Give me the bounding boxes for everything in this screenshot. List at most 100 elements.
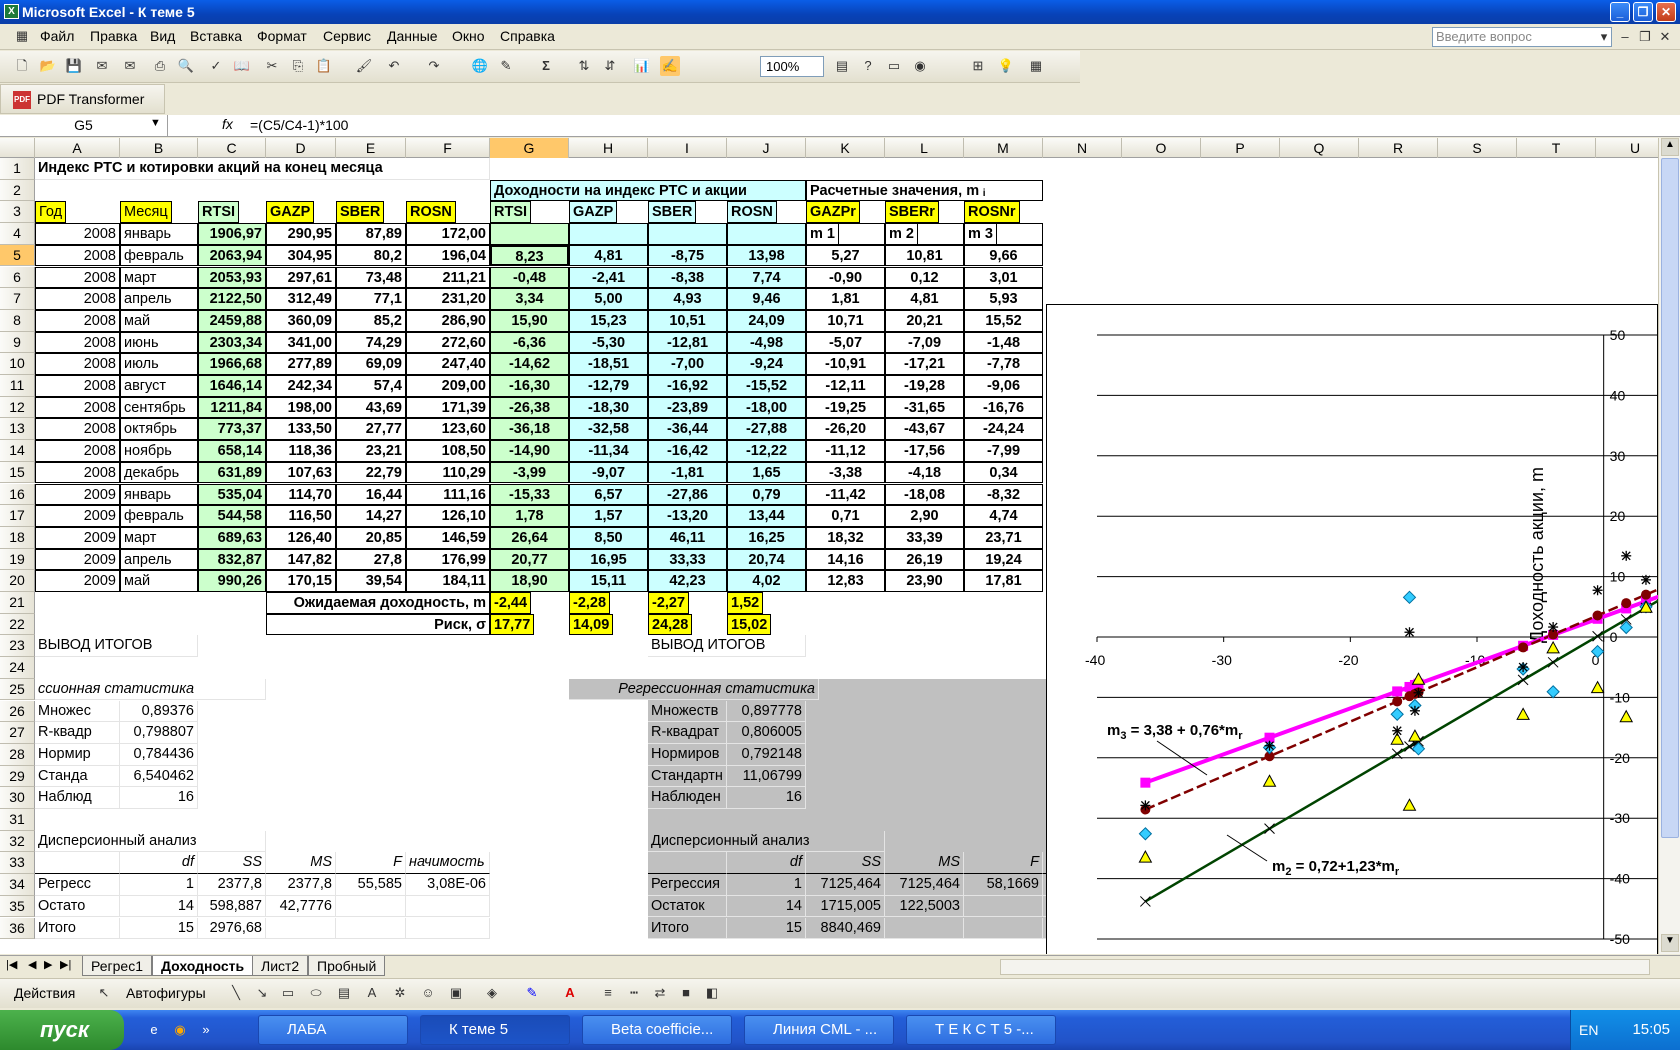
stat-label[interactable]: Наблюден: [648, 787, 727, 809]
data-cell[interactable]: 22,79: [336, 461, 406, 484]
data-cell[interactable]: 27,77: [336, 418, 406, 441]
data-cell[interactable]: -18,00: [727, 396, 806, 419]
column-header[interactable]: Q: [1280, 138, 1359, 158]
name-box[interactable]: G5: [0, 115, 168, 136]
data-cell[interactable]: 658,14: [198, 440, 266, 462]
row-header[interactable]: 31: [0, 809, 35, 831]
data-cell[interactable]: январь: [120, 223, 198, 245]
anova-cell[interactable]: Итого: [648, 917, 727, 940]
data-cell[interactable]: 17,81: [964, 570, 1043, 592]
row-header[interactable]: 32: [0, 830, 35, 853]
data-cell[interactable]: 20,21: [885, 309, 964, 332]
data-cell[interactable]: 2008: [35, 288, 120, 310]
cut-icon[interactable]: ✂: [262, 56, 282, 76]
permission-icon[interactable]: ✉: [92, 56, 112, 76]
anova-cell[interactable]: 58,1669: [964, 874, 1043, 896]
stat-value[interactable]: 16: [120, 787, 198, 809]
data-cell[interactable]: 123,60: [406, 418, 490, 441]
stat-value[interactable]: 0,798807: [120, 722, 198, 744]
data-cell[interactable]: 2303,34: [198, 331, 266, 354]
minimize-button[interactable]: _: [1610, 2, 1630, 22]
stat-label[interactable]: Станда: [35, 765, 120, 788]
data-cell[interactable]: -19,25: [806, 396, 885, 419]
data-cell[interactable]: 2053,93: [198, 266, 266, 289]
tab-list2[interactable]: Лист2: [252, 956, 309, 976]
menu-tools[interactable]: Сервис: [323, 28, 371, 44]
column-header[interactable]: E: [336, 138, 406, 158]
data-cell[interactable]: 2008: [35, 396, 120, 419]
vertical-scrollbar[interactable]: ▲ ▼: [1658, 138, 1680, 954]
line-color-icon[interactable]: ✎: [522, 983, 542, 1003]
data-cell[interactable]: -12,81: [648, 331, 727, 354]
dash-style-icon[interactable]: ┅: [624, 983, 644, 1003]
data-cell[interactable]: -7,99: [964, 440, 1043, 462]
data-cell[interactable]: 2008: [35, 331, 120, 354]
row-header[interactable]: 16: [0, 483, 35, 506]
data-cell[interactable]: 277,89: [266, 353, 336, 375]
data-cell[interactable]: 631,89: [198, 461, 266, 484]
task-tekst5[interactable]: Т Е К С Т 5 -...: [906, 1015, 1056, 1045]
data-cell[interactable]: 2008: [35, 461, 120, 484]
data-cell[interactable]: 5,27: [806, 244, 885, 267]
row-header[interactable]: 10: [0, 353, 35, 375]
task-beta[interactable]: Beta coefficie...: [582, 1015, 732, 1045]
row-header[interactable]: 14: [0, 440, 35, 462]
column-header[interactable]: R: [1359, 138, 1438, 158]
firefox-icon[interactable]: ◉: [170, 1020, 190, 1040]
column-header[interactable]: P: [1201, 138, 1280, 158]
select-all-corner[interactable]: [0, 138, 35, 158]
anova-header[interactable]: SS: [198, 852, 266, 875]
data-cell[interactable]: -27,86: [648, 483, 727, 506]
data-cell[interactable]: 2009: [35, 526, 120, 549]
stat-value[interactable]: 16: [727, 787, 806, 809]
data-cell[interactable]: 20,85: [336, 526, 406, 549]
data-cell[interactable]: 114,70: [266, 483, 336, 506]
data-cell[interactable]: 1,57: [569, 505, 648, 527]
data-cell[interactable]: 2009: [35, 548, 120, 571]
stat-value[interactable]: 0,89376: [120, 700, 198, 723]
data-cell[interactable]: 2008: [35, 266, 120, 289]
anova-cell[interactable]: Регрессия: [648, 874, 727, 896]
data-cell[interactable]: [490, 223, 569, 245]
data-cell[interactable]: 15,90: [490, 309, 569, 332]
open-icon[interactable]: 📂: [38, 56, 58, 76]
data-cell[interactable]: 14,27: [336, 505, 406, 527]
cell[interactable]: [35, 852, 120, 875]
tab-nav-next-icon[interactable]: ▶: [44, 958, 52, 971]
anova-header[interactable]: SS: [806, 852, 885, 875]
row-header[interactable]: 24: [0, 657, 35, 679]
ask-question-input[interactable]: Введите вопрос: [1432, 27, 1612, 47]
stat-value[interactable]: 11,06799: [727, 765, 806, 788]
task-laba[interactable]: ЛАБА: [258, 1015, 408, 1045]
row-header[interactable]: 21: [0, 592, 35, 614]
toolbar-icon-a[interactable]: ▤: [832, 56, 852, 76]
data-cell[interactable]: -16,42: [648, 440, 727, 462]
new-icon[interactable]: 🗋: [12, 56, 32, 76]
anova-header[interactable]: F: [964, 852, 1043, 875]
data-cell[interactable]: -15,52: [727, 375, 806, 397]
oval-icon[interactable]: ⬭: [306, 983, 326, 1003]
data-cell[interactable]: 1,65: [727, 461, 806, 484]
scroll-down-icon[interactable]: ▼: [1661, 934, 1679, 952]
data-cell[interactable]: 304,95: [266, 244, 336, 267]
data-cell[interactable]: -19,28: [885, 375, 964, 397]
data-cell[interactable]: -1,81: [648, 461, 727, 484]
data-cell[interactable]: 0,79: [727, 483, 806, 506]
anova-title[interactable]: Дисперсионный анализ: [35, 830, 266, 853]
row-header[interactable]: 9: [0, 331, 35, 354]
active-cell[interactable]: 8,23: [490, 244, 569, 267]
data-cell[interactable]: 198,00: [266, 396, 336, 419]
data-cell[interactable]: январь: [120, 483, 198, 506]
cell[interactable]: 24,28: [648, 613, 693, 636]
data-cell[interactable]: 107,63: [266, 461, 336, 484]
data-cell[interactable]: 126,40: [266, 526, 336, 549]
cell[interactable]: Год: [35, 201, 67, 224]
data-cell[interactable]: 172,00: [406, 223, 490, 245]
grid-icon[interactable]: ▦: [1026, 56, 1046, 76]
data-cell[interactable]: 16,25: [727, 526, 806, 549]
data-cell[interactable]: 290,95: [266, 223, 336, 245]
column-header[interactable]: F: [406, 138, 490, 158]
wordart-icon[interactable]: A: [362, 983, 382, 1003]
data-cell[interactable]: 0,12: [885, 266, 964, 289]
data-cell[interactable]: 85,2: [336, 309, 406, 332]
